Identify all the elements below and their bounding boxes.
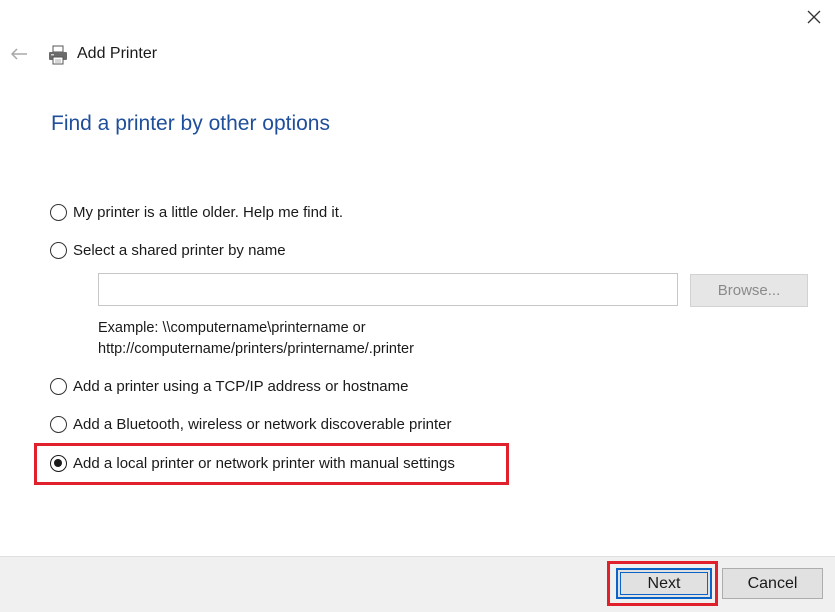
- option-older-printer[interactable]: My printer is a little older. Help me fi…: [50, 201, 343, 223]
- window-title: Add Printer: [77, 45, 158, 62]
- radio-shared-printer[interactable]: [50, 241, 67, 259]
- option-shared-printer[interactable]: Select a shared printer by name: [50, 239, 286, 261]
- browse-button[interactable]: Browse...: [690, 274, 808, 307]
- shared-printer-name-input[interactable]: [98, 273, 678, 306]
- option-tcpip-printer[interactable]: Add a printer using a TCP/IP address or …: [50, 375, 408, 397]
- radio-tcpip-printer[interactable]: [50, 377, 67, 395]
- option-label: Add a printer using a TCP/IP address or …: [73, 377, 409, 395]
- printer-icon: [49, 45, 67, 65]
- option-label: My printer is a little older. Help me fi…: [73, 203, 344, 221]
- example-text: Example: \\computername\printername or h…: [98, 318, 414, 360]
- next-button[interactable]: Next: [616, 568, 712, 599]
- option-local-printer[interactable]: Add a local printer or network printer w…: [50, 452, 455, 474]
- option-label: Add a local printer or network printer w…: [73, 454, 455, 472]
- option-label: Select a shared printer by name: [73, 241, 286, 259]
- page-heading: Find a printer by other options: [51, 112, 330, 135]
- close-button[interactable]: [796, 2, 832, 32]
- example-line-1: Example: \\computername\printername or: [98, 320, 366, 336]
- option-bluetooth-printer[interactable]: Add a Bluetooth, wireless or network dis…: [50, 413, 452, 435]
- radio-local-printer[interactable]: [50, 454, 67, 472]
- example-line-2: http://computername/printers/printername…: [98, 341, 414, 357]
- radio-bluetooth-printer[interactable]: [50, 415, 67, 433]
- option-label: Add a Bluetooth, wireless or network dis…: [73, 415, 452, 433]
- radio-older-printer[interactable]: [50, 203, 67, 221]
- back-arrow-icon: [10, 48, 27, 60]
- back-button[interactable]: [4, 40, 34, 68]
- cancel-button[interactable]: Cancel: [722, 568, 823, 599]
- close-icon: [807, 10, 821, 24]
